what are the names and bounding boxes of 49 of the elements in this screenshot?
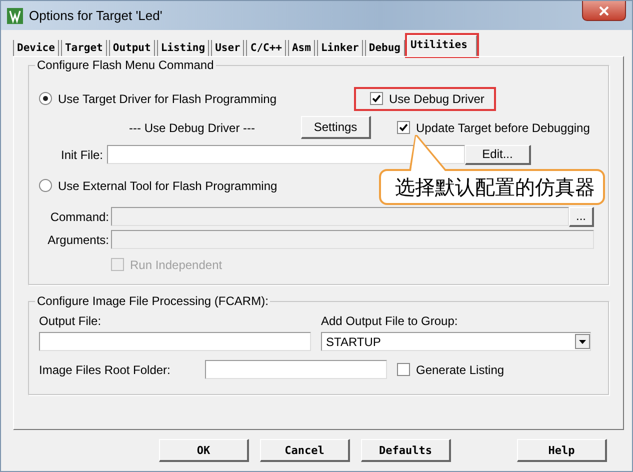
checkbox[interactable]: [370, 92, 383, 105]
tab[interactable]: Debug: [364, 40, 404, 56]
radio-label: Use External Tool for Flash Programming: [58, 178, 278, 192]
dialog-button[interactable]: Defaults: [361, 439, 451, 462]
group-dropdown[interactable]: STARTUP: [321, 332, 591, 351]
browse-button[interactable]: ...: [569, 206, 594, 226]
settings-button[interactable]: Settings: [301, 116, 371, 139]
tab[interactable]: Output: [108, 40, 155, 56]
dialog-button[interactable]: Help: [517, 439, 607, 462]
field-label: Arguments:: [46, 232, 109, 246]
field-label: Command:: [49, 210, 109, 224]
tab[interactable]: Asm: [288, 40, 315, 56]
tab[interactable]: Device: [13, 40, 59, 56]
command-field[interactable]: [111, 207, 569, 226]
group-title: Configure Flash Menu Command: [35, 58, 216, 72]
window-title: Options for Target 'Led': [29, 8, 162, 23]
checkbox-label: Update Target before Debugging: [416, 120, 590, 134]
field-label: Add Output File to Group:: [321, 314, 459, 328]
field-label: Output File:: [39, 314, 102, 328]
close-button[interactable]: [582, 1, 626, 21]
radio-button[interactable]: [39, 92, 52, 105]
root-folder-field[interactable]: [205, 360, 387, 379]
checkbox-label: Generate Listing: [416, 362, 504, 376]
tab[interactable]: User: [211, 40, 244, 56]
tab[interactable]: Listing: [156, 40, 210, 56]
driver-caption: --- Use Debug Driver ---: [129, 120, 256, 134]
check-icon: [399, 123, 408, 132]
radio-label: Use Target Driver for Flash Programming: [58, 92, 278, 106]
arguments-field[interactable]: [111, 230, 594, 249]
field-label: Image Files Root Folder:: [39, 362, 172, 376]
app-icon: [7, 8, 23, 24]
tab[interactable]: Target: [60, 40, 107, 56]
dialog-button[interactable]: Cancel: [260, 439, 350, 462]
check-icon: [372, 94, 381, 103]
radio-button[interactable]: [39, 179, 52, 192]
tab[interactable]: Utilities: [406, 35, 476, 56]
checkbox-label: Use Debug Driver: [389, 92, 484, 106]
checkbox[interactable]: [397, 363, 410, 376]
edit-button[interactable]: Edit...: [465, 144, 531, 164]
field-label: Init File:: [60, 148, 103, 162]
checkbox-label: Run Independent: [130, 258, 222, 272]
output-file-field[interactable]: [39, 332, 311, 351]
group-title: Configure Image File Processing (FCARM):: [35, 294, 270, 308]
checkbox[interactable]: [397, 121, 410, 134]
tab[interactable]: C/C++: [246, 40, 286, 56]
dropdown-value: STARTUP: [326, 334, 381, 348]
close-icon: [599, 6, 609, 16]
dialog-button[interactable]: OK: [159, 439, 249, 462]
tab[interactable]: Linker: [316, 40, 363, 56]
